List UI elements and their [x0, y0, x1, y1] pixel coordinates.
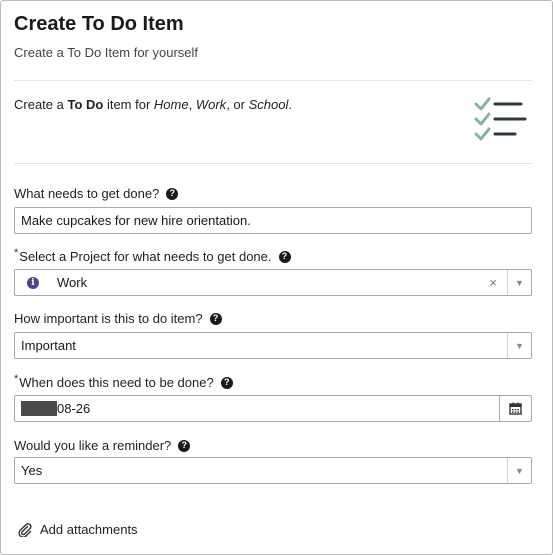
- page-title: Create To Do Item: [14, 13, 184, 35]
- intro-school: School: [248, 97, 289, 112]
- add-attachments-label: Add attachments: [40, 522, 138, 537]
- project-select-value: Work: [57, 275, 88, 290]
- importance-label-text: How important is this to do item?: [14, 311, 203, 326]
- intro-middle: item for: [103, 97, 154, 112]
- intro-bold: To Do: [67, 97, 104, 112]
- calendar-icon[interactable]: [499, 396, 531, 421]
- chevron-down-icon[interactable]: ▼: [507, 333, 531, 358]
- chevron-down-icon[interactable]: ▼: [507, 458, 531, 483]
- intro-home: Home: [153, 97, 189, 112]
- calendar-glyph: [509, 402, 522, 415]
- project-select[interactable]: i Work × ▼: [14, 269, 532, 296]
- help-icon[interactable]: ?: [166, 187, 179, 200]
- checklist-icon: [474, 97, 527, 141]
- add-attachments-button[interactable]: Add attachments: [18, 522, 138, 537]
- required-mark: *: [14, 372, 19, 385]
- intro-work: Work: [195, 97, 227, 112]
- task-label: What needs to get done? ?: [14, 186, 179, 201]
- importance-select[interactable]: Important ▼: [14, 332, 532, 359]
- task-input[interactable]: [15, 208, 531, 233]
- intro-comma-or: , or: [226, 97, 249, 112]
- project-label: * Select a Project for what needs to get…: [14, 246, 291, 264]
- reminder-label: Would you like a reminder? ?: [14, 438, 191, 453]
- task-input-wrapper: [14, 207, 532, 234]
- due-date-label-text: When does this need to be done?: [19, 375, 214, 390]
- required-mark: *: [14, 246, 19, 259]
- reminder-select[interactable]: Yes ▼: [14, 457, 532, 484]
- clear-icon[interactable]: ×: [489, 275, 497, 290]
- intro-text: Create a To Do item for Home, Work, or S…: [14, 97, 292, 112]
- due-date-input[interactable]: 08-26: [14, 395, 532, 422]
- importance-select-value: Important: [21, 338, 76, 353]
- task-label-text: What needs to get done?: [14, 186, 160, 201]
- help-icon[interactable]: ?: [178, 439, 191, 452]
- divider: [14, 80, 532, 81]
- importance-label: How important is this to do item? ?: [14, 311, 222, 326]
- create-todo-panel: Create To Do Item Create a To Do Item fo…: [0, 0, 553, 555]
- page-subtitle: Create a To Do Item for yourself: [14, 45, 199, 60]
- due-date-label: * When does this need to be done? ?: [14, 372, 233, 390]
- info-icon: i: [27, 276, 39, 289]
- due-date-value: 08-26: [57, 401, 91, 416]
- divider: [14, 163, 532, 164]
- help-icon[interactable]: ?: [220, 376, 233, 389]
- help-icon[interactable]: ?: [278, 250, 291, 263]
- help-icon[interactable]: ?: [209, 312, 222, 325]
- redacted-block: [21, 401, 57, 416]
- project-label-text: Select a Project for what needs to get d…: [19, 249, 272, 264]
- paperclip-icon: [18, 522, 32, 537]
- intro-comma: ,: [188, 97, 196, 112]
- intro-suffix: .: [288, 97, 292, 112]
- reminder-select-value: Yes: [21, 463, 43, 478]
- chevron-down-icon[interactable]: ▼: [507, 270, 531, 295]
- intro-prefix: Create a: [14, 97, 68, 112]
- reminder-label-text: Would you like a reminder?: [14, 438, 172, 453]
